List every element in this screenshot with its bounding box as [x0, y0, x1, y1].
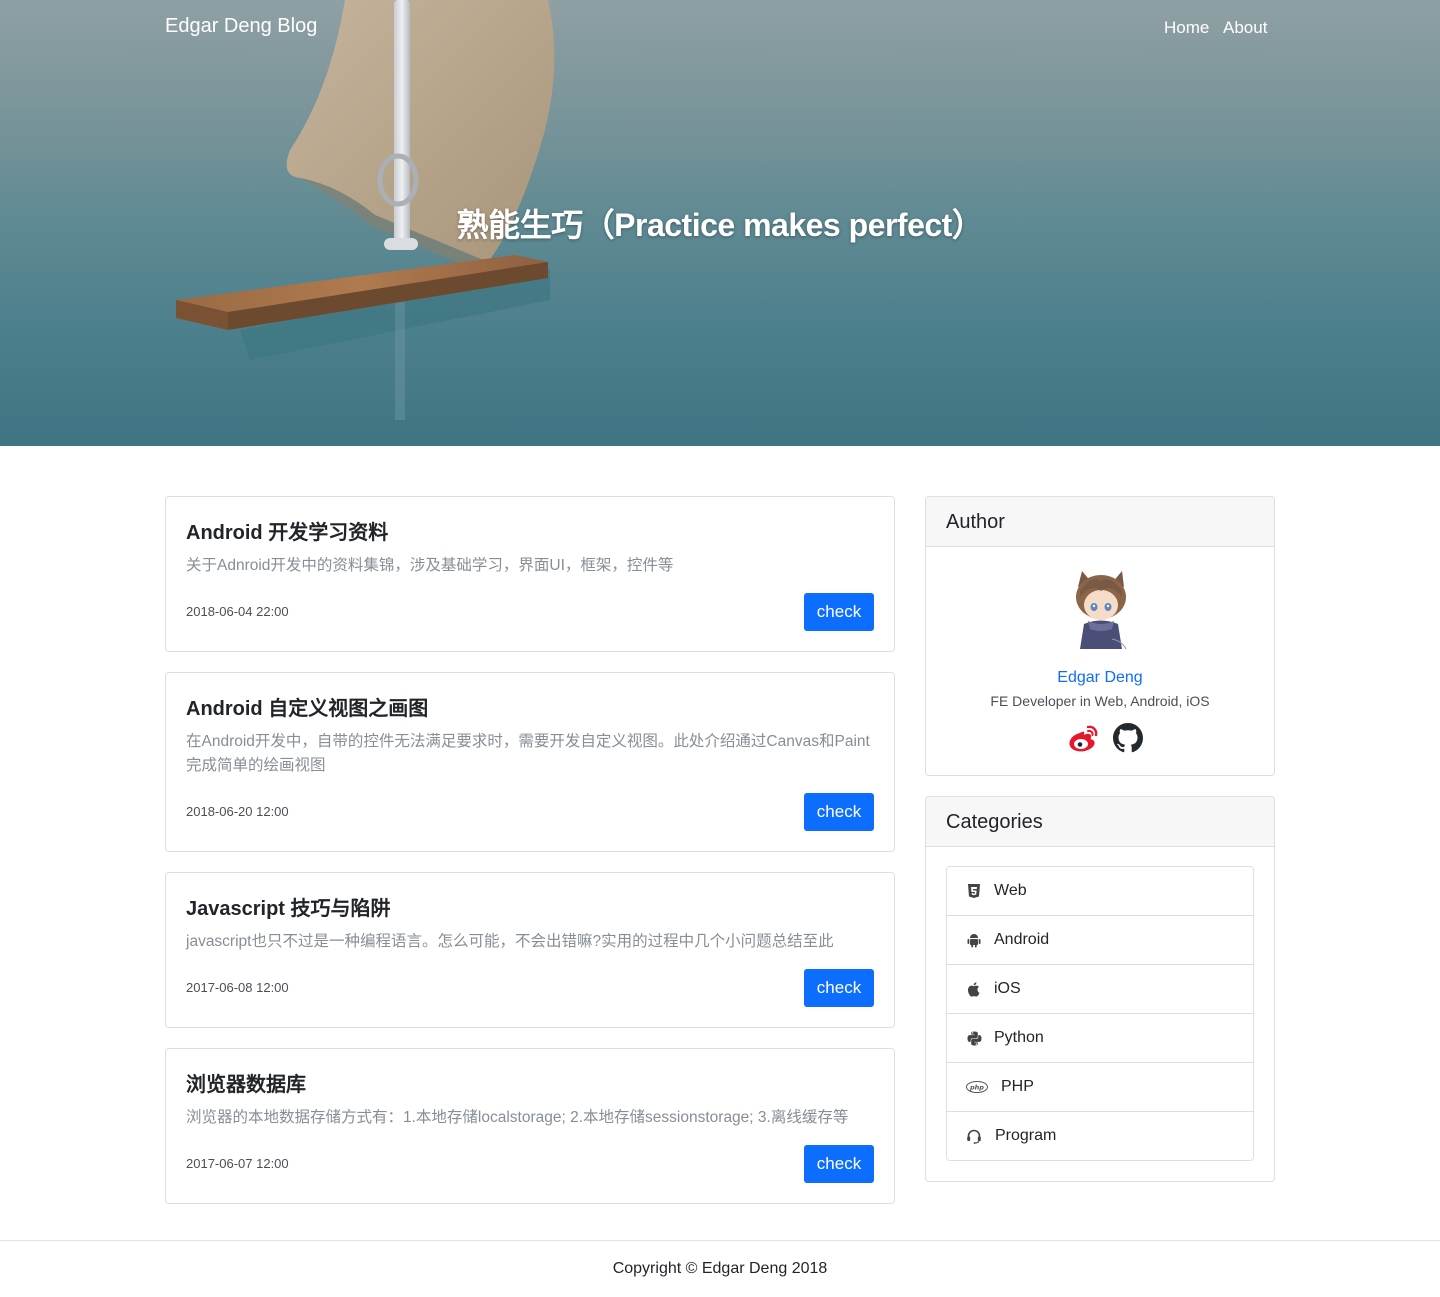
weibo-icon[interactable]: [1066, 721, 1100, 755]
author-avatar: [1076, 571, 1127, 650]
footer-copyright: Copyright © Edgar Deng 2018: [612, 1260, 828, 1277]
category-item-ios[interactable]: iOS: [947, 965, 1253, 1014]
post-title[interactable]: Android 开发学习资料: [186, 516, 388, 545]
category-label: iOS: [994, 980, 1021, 997]
category-label: Web: [994, 882, 1027, 899]
post-title[interactable]: Javascript 技巧与陷阱: [186, 892, 391, 921]
post-title[interactable]: 浏览器数据库: [186, 1068, 306, 1097]
check-button[interactable]: check: [804, 593, 874, 631]
category-item-php[interactable]: php PHP: [947, 1063, 1253, 1112]
brand-link[interactable]: Edgar Deng Blog: [165, 15, 317, 38]
github-icon[interactable]: [1111, 721, 1145, 755]
category-list: Web Android iOS Python php PHP Program: [946, 866, 1254, 1161]
post-date: 2017-06-08 12:00: [186, 980, 289, 995]
nav-home-link[interactable]: Home: [1164, 18, 1209, 38]
apple-icon: [965, 980, 983, 998]
author-card: Author Edgar Deng FE Developer in Web, A…: [925, 496, 1275, 776]
category-label: Android: [994, 931, 1050, 948]
html5-icon: [965, 882, 983, 900]
check-button[interactable]: check: [804, 969, 874, 1007]
author-name-link[interactable]: Edgar Deng: [926, 669, 1274, 687]
post-card: 浏览器数据库 浏览器的本地数据存储方式有：1.本地存储localstorage;…: [165, 1048, 895, 1204]
post-description: 在Android开发中，自带的控件无法满足要求时，需要开发自定义视图。此处介绍通…: [186, 733, 870, 774]
check-button[interactable]: check: [804, 1145, 874, 1183]
python-icon: [965, 1029, 983, 1047]
nav-about-link[interactable]: About: [1223, 18, 1267, 38]
category-item-program[interactable]: Program: [947, 1112, 1253, 1160]
post-description: javascript也只不过是一种编程语言。怎么可能，不会出错嘛?实用的过程中几…: [186, 933, 834, 950]
category-item-web[interactable]: Web: [947, 867, 1253, 916]
post-date: 2017-06-07 12:00: [186, 1156, 289, 1171]
svg-text:php: php: [969, 1083, 984, 1091]
post-date: 2018-06-04 22:00: [186, 604, 289, 619]
category-label: Program: [995, 1127, 1057, 1144]
post-description: 关于Adnroid开发中的资料集锦，涉及基础学习，界面UI，框架，控件等: [186, 557, 674, 574]
hero-banner: Edgar Deng Blog Home About 熟能生巧（Practice…: [0, 0, 1440, 446]
headset-icon: [965, 1127, 983, 1145]
category-label: Python: [994, 1029, 1044, 1046]
post-title[interactable]: Android 自定义视图之画图: [186, 692, 428, 721]
check-button[interactable]: check: [804, 793, 874, 831]
android-icon: [965, 931, 983, 949]
top-navbar: Edgar Deng Blog Home About: [0, 0, 1440, 56]
post-card: Javascript 技巧与陷阱 javascript也只不过是一种编程语言。怎…: [165, 872, 895, 1028]
post-description: 浏览器的本地数据存储方式有：1.本地存储localstorage; 2.本地存储…: [186, 1109, 849, 1126]
category-item-android[interactable]: Android: [947, 916, 1253, 965]
author-bio: FE Developer in Web, Android, iOS: [990, 693, 1210, 709]
post-card: Android 自定义视图之画图 在Android开发中，自带的控件无法满足要求…: [165, 672, 895, 852]
footer-divider: [0, 1240, 1440, 1241]
post-date: 2018-06-20 12:00: [186, 804, 289, 819]
categories-card: Categories Web Android iOS Python php PH…: [925, 796, 1275, 1182]
category-item-python[interactable]: Python: [947, 1014, 1253, 1063]
categories-card-header: Categories: [926, 797, 1274, 847]
post-card: Android 开发学习资料 关于Adnroid开发中的资料集锦，涉及基础学习，…: [165, 496, 895, 652]
category-label: PHP: [1001, 1078, 1034, 1095]
php-icon: php: [965, 1078, 989, 1096]
author-card-header: Author: [926, 497, 1274, 547]
hero-title: 熟能生巧（Practice makes perfect）: [456, 207, 984, 243]
